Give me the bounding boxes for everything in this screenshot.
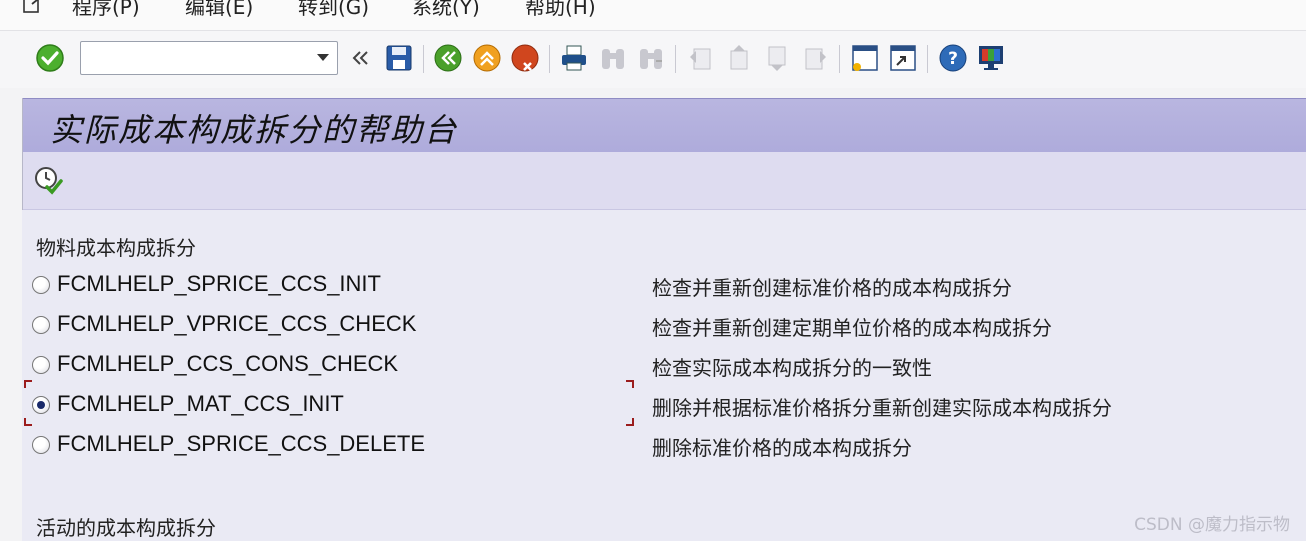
focus-corner <box>626 418 634 426</box>
create-session-icon[interactable] <box>850 43 880 73</box>
shortcut-icon[interactable] <box>888 43 918 73</box>
menu-bar: 程序(P) 编辑(E) 转到(G) 系统(Y) 帮助(H) <box>0 0 1306 30</box>
toolbar-separator <box>423 45 424 73</box>
option-label: FCMLHELP_SPRICE_CCS_INIT <box>57 271 381 296</box>
toolbar-separator <box>927 45 928 73</box>
option-description: 检查并重新创建标准价格的成本构成拆分 <box>652 276 1012 300</box>
execute-icon[interactable] <box>33 165 63 195</box>
page-title: 实际成本构成拆分的帮助台 <box>50 111 459 149</box>
command-input[interactable] <box>85 46 309 70</box>
back-icon[interactable] <box>346 43 376 73</box>
previous-page-icon[interactable] <box>724 43 754 73</box>
section-material-ccs: 物料成本构成拆分 <box>36 236 196 260</box>
option-label: FCMLHELP_MAT_CCS_INIT <box>57 391 344 416</box>
menu-goto[interactable]: 转到(G) <box>298 0 369 20</box>
print-icon[interactable] <box>559 43 589 73</box>
focus-corner <box>626 380 634 388</box>
radio-sprice-ccs-init[interactable] <box>32 276 50 294</box>
option-description: 检查实际成本构成拆分的一致性 <box>652 356 932 380</box>
menu-document-icon[interactable] <box>22 0 44 14</box>
radio-mat-ccs-init[interactable] <box>32 396 50 414</box>
go-back-icon[interactable] <box>433 43 463 73</box>
menu-help[interactable]: 帮助(H) <box>525 0 596 20</box>
cancel-icon[interactable] <box>510 43 540 73</box>
menu-edit[interactable]: 编辑(E) <box>185 0 253 20</box>
toolbar-gap <box>0 88 1306 98</box>
save-icon[interactable] <box>384 43 414 73</box>
radio-vprice-ccs-check[interactable] <box>32 316 50 334</box>
option-description: 删除标准价格的成本构成拆分 <box>652 436 912 460</box>
find-icon[interactable] <box>598 43 628 73</box>
exit-icon[interactable] <box>472 43 502 73</box>
toolbar-separator <box>675 45 676 73</box>
option-label: FCMLHELP_CCS_CONS_CHECK <box>57 351 399 376</box>
svg-text:?: ? <box>948 49 958 69</box>
help-icon[interactable]: ? <box>938 43 968 73</box>
option-label: FCMLHELP_VPRICE_CCS_CHECK <box>57 311 417 336</box>
selection-screen: 物料成本构成拆分 FCMLHELP_SPRICE_CCS_INIT 检查并重新创… <box>22 210 1306 541</box>
chevron-down-icon[interactable] <box>317 54 329 61</box>
section-activity-ccs: 活动的成本构成拆分 <box>36 516 216 540</box>
option-description: 检查并重新创建定期单位价格的成本构成拆分 <box>652 316 1052 340</box>
toolbar-separator <box>549 45 550 73</box>
option-description: 删除并根据标准价格拆分重新创建实际成本构成拆分 <box>652 396 1112 420</box>
toolbar-separator <box>839 45 840 73</box>
menu-program[interactable]: 程序(P) <box>72 0 140 20</box>
check-icon[interactable] <box>35 43 65 73</box>
radio-sprice-ccs-delete[interactable] <box>32 436 50 454</box>
find-next-icon[interactable] <box>636 43 666 73</box>
title-bar: 实际成本构成拆分的帮助台 <box>22 98 1306 153</box>
radio-ccs-cons-check[interactable] <box>32 356 50 374</box>
first-page-icon[interactable] <box>686 43 716 73</box>
focus-corner <box>24 380 32 388</box>
customize-layout-icon[interactable] <box>976 43 1006 73</box>
option-label: FCMLHELP_SPRICE_CCS_DELETE <box>57 431 426 456</box>
command-field[interactable] <box>80 41 338 75</box>
system-toolbar: ? <box>0 30 1306 89</box>
application-toolbar <box>22 152 1306 210</box>
menu-system[interactable]: 系统(Y) <box>412 0 480 20</box>
focus-corner <box>24 418 32 426</box>
watermark: CSDN @魔力指示物 <box>1134 515 1290 535</box>
next-page-icon[interactable] <box>762 43 792 73</box>
last-page-icon[interactable] <box>800 43 830 73</box>
